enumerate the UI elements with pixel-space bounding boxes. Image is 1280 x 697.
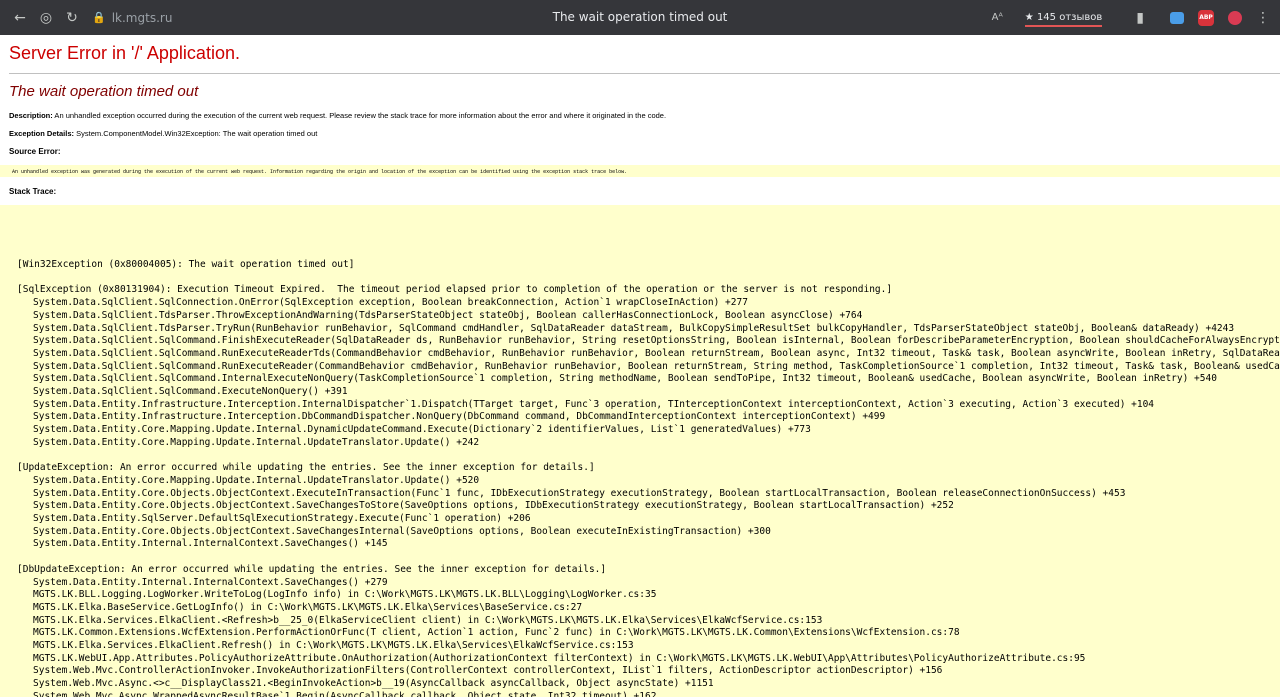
menu-icon[interactable]: ⋮: [1256, 10, 1270, 26]
stack-trace-line: MGTS.LK.Elka.Services.ElkaClient.Refresh…: [33, 640, 634, 651]
stack-trace-line: System.Data.Entity.Infrastructure.Interc…: [33, 411, 886, 423]
source-error-label: Source Error:: [9, 147, 61, 156]
stack-trace-line: MGTS.LK.Elka.Services.ElkaClient.<Refres…: [33, 614, 823, 626]
stack-trace-line: System.Data.Entity.Core.Objects.ObjectCo…: [33, 487, 1126, 499]
stack-trace-line: [UpdateException: An error occurred whil…: [17, 462, 595, 474]
stack-trace-line: System.Data.SqlClient.SqlCommand.Interna…: [33, 373, 1217, 385]
error-page: Server Error in '/' Application. The wai…: [0, 35, 1280, 697]
description-line: Description: An unhandled exception occu…: [9, 111, 666, 120]
address-bar[interactable]: lk.mgts.ru: [112, 11, 173, 25]
stack-trace-line: System.Web.Mvc.ControllerActionInvoker.I…: [33, 665, 943, 677]
stack-trace-line: System.Data.Entity.Core.Mapping.Update.I…: [33, 436, 480, 448]
stack-trace-line: System.Data.Entity.SqlServer.DefaultSqlE…: [33, 513, 531, 524]
exception-details-label: Exception Details:: [9, 129, 75, 138]
cloud-extension-icon[interactable]: [1170, 11, 1184, 24]
server-error-heading: Server Error in '/' Application.: [9, 43, 240, 63]
stack-trace-line: MGTS.LK.Elka.BaseService.GetLogInfo() in…: [33, 601, 583, 613]
exception-details-text: System.ComponentModel.Win32Exception: Th…: [74, 129, 318, 138]
stack-trace-line: System.Data.SqlClient.TdsParser.TryRun(R…: [33, 322, 1235, 334]
bookmark-icon[interactable]: ▮: [1136, 10, 1144, 26]
browser-toolbar: ← ◎ ↻ 🔒 lk.mgts.ru The wait operation ti…: [0, 0, 1280, 35]
error-message-heading: The wait operation timed out: [9, 83, 199, 100]
stack-trace-line: MGTS.LK.BLL.Logging.LogWorker.WriteToLog…: [33, 589, 657, 601]
adblock-extension-icon[interactable]: ABP: [1198, 9, 1214, 26]
stack-trace-line: System.Data.SqlClient.SqlCommand.RunExec…: [33, 360, 1280, 372]
stack-trace-line: MGTS.LK.WebUI.App.Attributes.PolicyAutho…: [33, 652, 1086, 664]
stack-trace-line: [DbUpdateException: An error occurred wh…: [17, 563, 607, 575]
stack-trace-line: System.Data.Entity.Internal.InternalCont…: [33, 576, 388, 588]
stack-trace-line: [Win32Exception (0x80004005): The wait o…: [17, 259, 355, 270]
stack-trace-line: System.Data.Entity.Core.Objects.ObjectCo…: [33, 500, 954, 512]
reload-icon[interactable]: ↻: [62, 8, 82, 28]
stack-trace-line: System.Data.SqlClient.TdsParser.ThrowExc…: [33, 309, 863, 321]
shield-icon[interactable]: ◎: [36, 8, 56, 28]
stack-trace-line: System.Data.Entity.Core.Objects.ObjectCo…: [33, 525, 771, 537]
stack-trace-line: System.Data.Entity.Infrastructure.Interc…: [33, 398, 1155, 410]
exception-details-line: Exception Details: System.ComponentModel…: [9, 129, 317, 138]
translate-icon[interactable]: Aᴬ: [992, 12, 1003, 23]
description-label: Description:: [9, 111, 53, 120]
stack-trace-line: System.Data.SqlClient.SqlConnection.OnEr…: [33, 297, 748, 309]
toolbar-right: Aᴬ ★ 145 отзывов ▮ ABP ⋮: [978, 0, 1270, 35]
stack-trace-line: System.Data.Entity.Core.Mapping.Update.I…: [33, 424, 811, 436]
extension-icon[interactable]: [1228, 10, 1242, 25]
stack-trace-line: System.Data.SqlClient.SqlCommand.RunExec…: [33, 347, 1280, 359]
stack-trace-line: System.Data.SqlClient.SqlCommand.FinishE…: [33, 335, 1280, 347]
stack-trace-label: Stack Trace:: [9, 187, 57, 196]
stack-trace-line: System.Data.Entity.Core.Mapping.Update.I…: [33, 474, 480, 486]
stack-trace-line: System.Web.Mvc.Async.WrappedAsyncResultB…: [33, 690, 657, 697]
heading-divider: [9, 73, 1280, 74]
stack-trace-line: MGTS.LK.Common.Extensions.WcfExtension.P…: [33, 627, 960, 639]
reviews-badge[interactable]: ★ 145 отзывов: [1024, 12, 1103, 27]
stack-trace-line: System.Data.SqlClient.SqlCommand.Execute…: [33, 386, 348, 397]
stack-trace-box: [Win32Exception (0x80004005): The wait o…: [0, 205, 1280, 697]
stack-trace-line: System.Web.Mvc.Async.<>c__DisplayClass21…: [33, 678, 714, 690]
back-arrow-icon[interactable]: ←: [10, 8, 30, 28]
stack-trace-line: System.Data.Entity.Internal.InternalCont…: [33, 538, 388, 550]
stack-trace-line: [SqlException (0x80131904): Execution Ti…: [17, 284, 893, 296]
source-error-box: An unhandled exception was generated dur…: [0, 165, 1280, 177]
lock-icon: 🔒: [92, 11, 106, 24]
description-text: An unhandled exception occurred during t…: [52, 111, 667, 120]
